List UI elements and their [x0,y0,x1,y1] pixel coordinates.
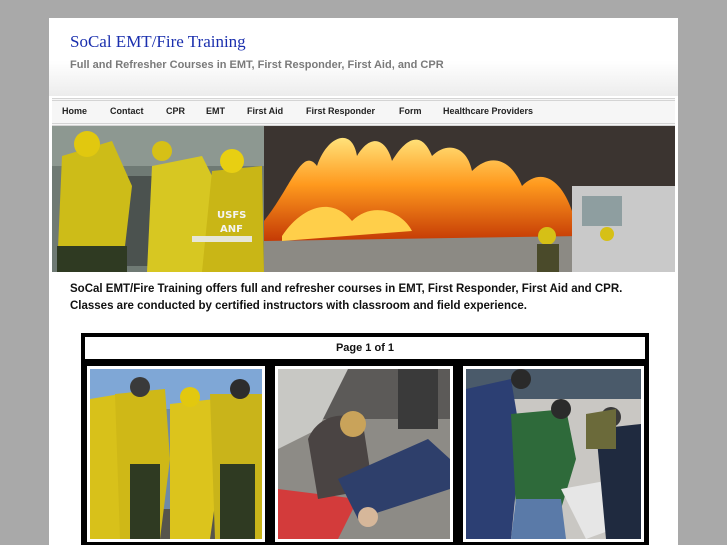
photo-gallery: Page 1 of 1 [81,333,649,545]
site-title[interactable]: SoCal EMT/Fire Training [70,32,246,52]
nav-item-emt[interactable]: EMT [206,106,225,116]
nav-item-healthcare-providers[interactable]: Healthcare Providers [443,106,533,116]
nav-item-first-responder[interactable]: First Responder [306,106,375,116]
gallery-photo-1[interactable] [87,366,265,542]
nav-item-cpr[interactable]: CPR [166,106,185,116]
header-banner-image: USFS ANF [52,126,675,272]
site-header: SoCal EMT/Fire Training Full and Refresh… [49,18,678,96]
nav-item-form[interactable]: Form [399,106,422,116]
site-tagline: Full and Refresher Courses in EMT, First… [70,59,444,71]
uniform-mark-anf: ANF [220,224,243,235]
gallery-pager: Page 1 of 1 [85,337,645,359]
nav-item-contact[interactable]: Contact [110,106,144,116]
firefighters-group-image [90,369,262,539]
intro-text: SoCal EMT/Fire Training offers full and … [70,283,623,312]
field-training-image [466,369,641,539]
nav-item-first-aid[interactable]: First Aid [247,106,283,116]
firefighters-wildfire-image: USFS ANF [52,126,675,272]
main-navigation: Home Contact CPR EMT First Aid First Res… [52,98,675,126]
page-container: SoCal EMT/Fire Training Full and Refresh… [49,18,678,545]
cpr-practice-image [278,369,450,539]
nav-item-home[interactable]: Home [62,106,87,116]
uniform-mark-usfs: USFS [217,210,246,221]
gallery-photo-2[interactable] [275,366,453,542]
gallery-photo-3[interactable] [463,366,644,542]
